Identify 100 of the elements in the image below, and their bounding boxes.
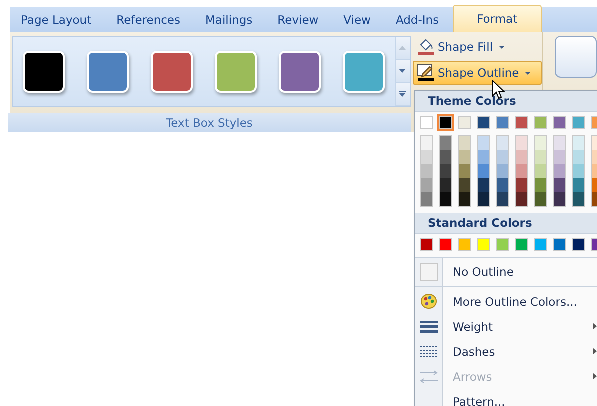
color-swatch[interactable] bbox=[572, 238, 585, 251]
menu-item[interactable]: More Outline Colors... bbox=[415, 289, 597, 314]
color-swatch[interactable] bbox=[421, 178, 432, 192]
color-swatch[interactable] bbox=[421, 150, 432, 164]
shape-style-swatch[interactable] bbox=[343, 50, 385, 93]
color-swatch[interactable] bbox=[478, 136, 489, 150]
color-swatch[interactable] bbox=[553, 116, 566, 129]
color-swatch[interactable] bbox=[440, 136, 451, 150]
color-swatch[interactable] bbox=[554, 150, 565, 164]
scroll-down-button[interactable] bbox=[396, 60, 410, 84]
color-swatch[interactable] bbox=[573, 150, 584, 164]
pencil-icon bbox=[416, 64, 435, 82]
shape-style-swatch[interactable] bbox=[23, 50, 65, 93]
color-swatch[interactable] bbox=[420, 116, 433, 129]
ribbon-tab[interactable]: References bbox=[106, 7, 192, 32]
more-button[interactable] bbox=[396, 83, 410, 106]
submenu-arrow-icon bbox=[593, 373, 597, 380]
ribbon-tab[interactable]: Mailings bbox=[194, 7, 264, 32]
color-swatch[interactable] bbox=[497, 178, 508, 192]
color-swatch[interactable] bbox=[554, 164, 565, 178]
color-swatch[interactable] bbox=[478, 150, 489, 164]
color-swatch[interactable] bbox=[573, 136, 584, 150]
color-swatch[interactable] bbox=[459, 178, 470, 192]
color-swatch[interactable] bbox=[516, 164, 527, 178]
color-swatch[interactable] bbox=[573, 164, 584, 178]
color-swatch[interactable] bbox=[421, 192, 432, 206]
caret-up-icon bbox=[399, 46, 406, 50]
color-swatch[interactable] bbox=[440, 178, 451, 192]
submenu-arrow-icon bbox=[593, 348, 597, 355]
color-swatch[interactable] bbox=[496, 116, 509, 129]
dashed-lines-icon bbox=[420, 346, 438, 358]
color-swatch[interactable] bbox=[496, 238, 509, 251]
color-swatch[interactable] bbox=[535, 150, 546, 164]
color-swatch[interactable] bbox=[516, 136, 527, 150]
section-header: Theme Colors bbox=[415, 91, 597, 112]
color-swatch[interactable] bbox=[439, 116, 452, 129]
group-label: Text Box Styles bbox=[8, 113, 411, 132]
color-swatch[interactable] bbox=[459, 150, 470, 164]
color-swatch[interactable] bbox=[440, 192, 451, 206]
color-swatch[interactable] bbox=[553, 238, 566, 251]
color-swatch[interactable] bbox=[440, 150, 451, 164]
shape-style-swatch[interactable] bbox=[87, 50, 129, 93]
shape-button[interactable]: Shape Fill bbox=[412, 35, 542, 59]
color-swatch[interactable] bbox=[497, 136, 508, 150]
color-swatch[interactable] bbox=[421, 136, 432, 150]
menu-item[interactable]: Dashes bbox=[415, 339, 597, 364]
menu-item[interactable]: Weight bbox=[415, 314, 597, 339]
color-swatch[interactable] bbox=[516, 178, 527, 192]
palette-icon bbox=[420, 294, 436, 309]
color-swatch[interactable] bbox=[573, 178, 584, 192]
empty-swatch-icon bbox=[420, 263, 438, 281]
caret-icon bbox=[499, 46, 506, 48]
color-swatch[interactable] bbox=[478, 164, 489, 178]
color-swatch[interactable] bbox=[477, 116, 490, 129]
color-swatch[interactable] bbox=[440, 164, 451, 178]
shape-style-swatch[interactable] bbox=[215, 50, 257, 93]
shape-button[interactable]: Shape Outline bbox=[412, 61, 542, 85]
color-swatch[interactable] bbox=[421, 164, 432, 178]
color-swatch[interactable] bbox=[439, 238, 452, 251]
color-swatch[interactable] bbox=[534, 116, 547, 129]
color-swatch[interactable] bbox=[573, 192, 584, 206]
color-swatch[interactable] bbox=[459, 192, 470, 206]
color-swatch[interactable] bbox=[497, 164, 508, 178]
ribbon-tab[interactable]: Add-Ins bbox=[384, 7, 450, 32]
color-swatch[interactable] bbox=[459, 136, 470, 150]
color-swatch[interactable] bbox=[516, 150, 527, 164]
color-swatch[interactable] bbox=[554, 192, 565, 206]
ribbon-tab[interactable]: Format bbox=[453, 5, 542, 32]
shadow-effects-button[interactable] bbox=[555, 36, 597, 78]
color-swatch[interactable] bbox=[458, 238, 471, 251]
color-swatch[interactable] bbox=[477, 238, 490, 251]
color-swatch[interactable] bbox=[535, 164, 546, 178]
color-swatch[interactable] bbox=[554, 178, 565, 192]
color-swatch[interactable] bbox=[515, 116, 528, 129]
paint-bucket-icon bbox=[416, 38, 435, 56]
color-swatch[interactable] bbox=[535, 192, 546, 206]
color-swatch[interactable] bbox=[516, 192, 527, 206]
line-weight-icon bbox=[420, 320, 438, 332]
expand-icon bbox=[399, 91, 406, 98]
color-swatch[interactable] bbox=[458, 116, 471, 129]
color-swatch[interactable] bbox=[572, 116, 585, 129]
color-swatch[interactable] bbox=[535, 178, 546, 192]
menu-item[interactable]: No Outline bbox=[415, 258, 597, 287]
color-swatch[interactable] bbox=[478, 178, 489, 192]
color-swatch[interactable] bbox=[420, 238, 433, 251]
shape-style-swatch[interactable] bbox=[151, 50, 193, 93]
section-header: Standard Colors bbox=[415, 213, 597, 234]
shape-style-swatch[interactable] bbox=[279, 50, 321, 93]
color-swatch[interactable] bbox=[459, 164, 470, 178]
ribbon-tab[interactable]: Page Layout bbox=[10, 7, 103, 32]
color-swatch[interactable] bbox=[535, 136, 546, 150]
ribbon-tab[interactable]: View bbox=[332, 7, 382, 32]
color-swatch[interactable] bbox=[497, 150, 508, 164]
color-swatch[interactable] bbox=[497, 192, 508, 206]
color-swatch[interactable] bbox=[478, 192, 489, 206]
color-swatch[interactable] bbox=[554, 136, 565, 150]
menu-item[interactable]: Pattern... bbox=[415, 389, 597, 406]
color-swatch[interactable] bbox=[534, 238, 547, 251]
color-swatch[interactable] bbox=[515, 238, 528, 251]
ribbon-tab[interactable]: Review bbox=[266, 7, 330, 32]
